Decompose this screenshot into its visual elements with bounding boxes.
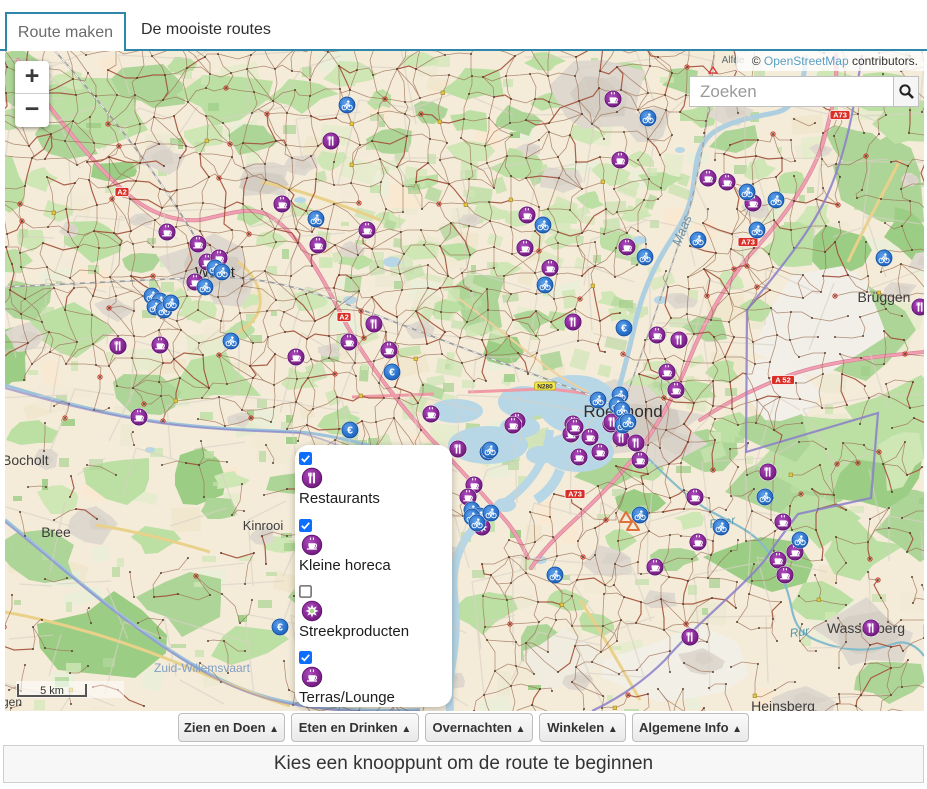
svg-text:Bocholt: Bocholt <box>5 452 49 468</box>
svg-text:Rur: Rur <box>789 624 811 641</box>
svg-text:Bree: Bree <box>41 524 71 540</box>
svg-text:A73: A73 <box>741 238 755 247</box>
svg-text:€: € <box>277 622 283 634</box>
svg-text:A73: A73 <box>833 111 847 120</box>
svg-text:5 km: 5 km <box>40 685 64 697</box>
svg-text:A2: A2 <box>339 313 349 322</box>
svg-text:A2: A2 <box>117 188 127 197</box>
svg-text:€: € <box>389 367 395 379</box>
svg-text:Kinrooi: Kinrooi <box>243 518 284 533</box>
svg-text:Zuid-Willemsvaart: Zuid-Willemsvaart <box>154 661 251 675</box>
svg-text:A 52: A 52 <box>775 376 791 385</box>
svg-text:N280: N280 <box>537 383 553 390</box>
svg-text:€: € <box>347 425 353 437</box>
svg-text:€: € <box>621 323 627 335</box>
svg-text:Brüggen: Brüggen <box>858 289 911 305</box>
svg-text:Heinsberg: Heinsberg <box>751 698 815 711</box>
svg-text:A73: A73 <box>568 490 582 499</box>
